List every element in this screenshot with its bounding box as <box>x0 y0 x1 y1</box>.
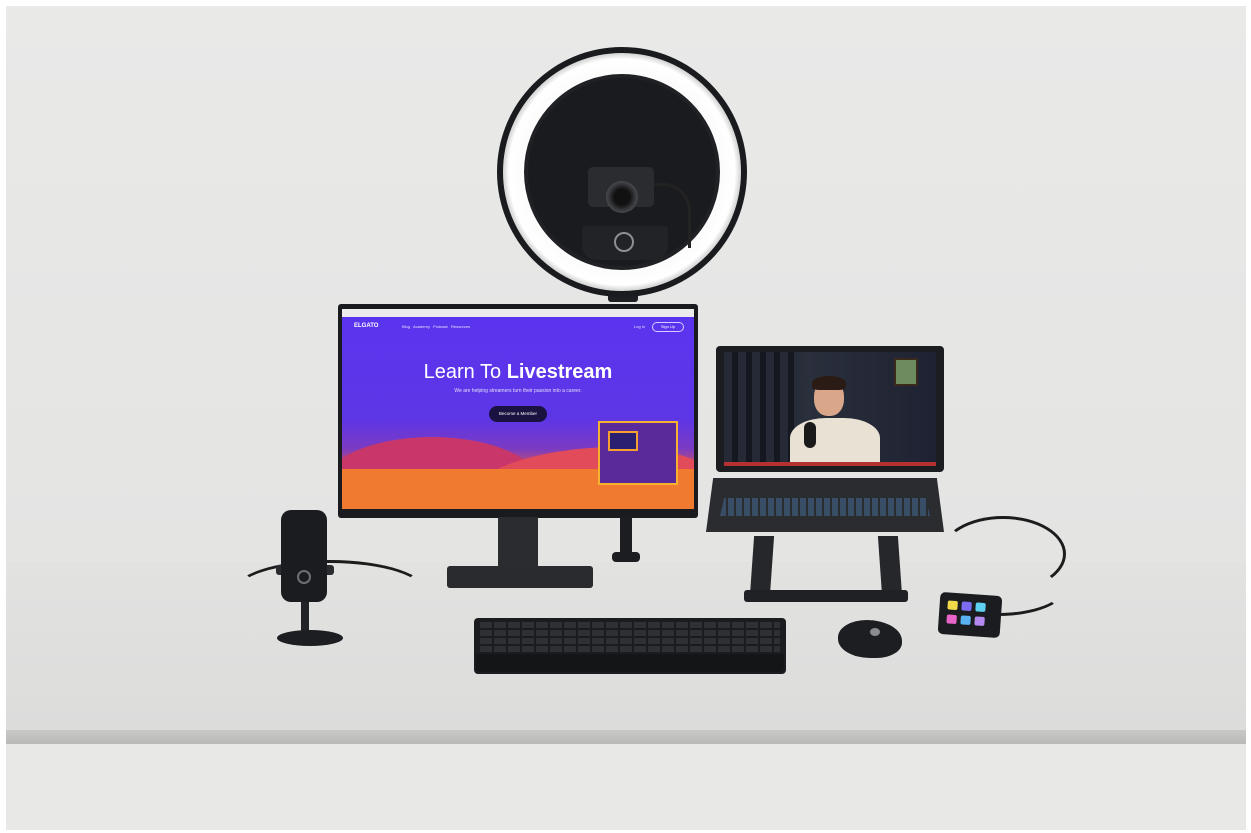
camera-cable <box>648 183 691 248</box>
hero-title-plain: Learn To <box>423 361 502 383</box>
nav-link-podcast: Podcast <box>433 324 448 329</box>
nav-link-academy: Academy <box>413 324 430 329</box>
desk-edge <box>6 730 1246 744</box>
streamer-hair <box>812 376 846 390</box>
streamer-mic <box>804 422 816 448</box>
monitor-screen: ELGATO Blog Academy Podcast Resources Lo… <box>342 309 694 509</box>
site-hero-subtitle: We are helping streamers turn their pass… <box>454 388 582 394</box>
deck-key <box>974 616 985 627</box>
illustration-screen <box>608 431 638 451</box>
site-hero-button: Become a Member <box>489 406 547 422</box>
nav-link-resources: Resources <box>450 324 471 329</box>
microphone-icon <box>281 510 327 602</box>
deck-key <box>961 601 972 612</box>
streamer-background <box>724 352 794 466</box>
brand-logo-icon <box>614 232 634 252</box>
mic-knob <box>297 570 311 584</box>
site-signup: Sign Up <box>652 322 684 332</box>
desk-setup-photo: ELGATO Blog Academy Podcast Resources Lo… <box>0 0 1251 833</box>
site-logo: ELGATO <box>354 323 379 329</box>
keyboard-keys <box>480 622 780 652</box>
site-login: Log In <box>634 324 646 329</box>
laptop-stand-base <box>744 590 908 602</box>
deck-key <box>960 615 971 626</box>
mic-base <box>277 630 343 646</box>
camera-lens <box>606 181 638 213</box>
wall-picture <box>894 358 918 386</box>
browser-bar <box>342 309 694 317</box>
laptop-keyboard <box>720 498 930 516</box>
deck-key <box>946 614 957 625</box>
site-hero-title: Learn To Livestream <box>342 361 694 384</box>
mouse-logo-icon <box>870 628 880 636</box>
laptop-stand-leg <box>877 536 903 596</box>
floor <box>6 744 1246 830</box>
keyboard-wrist-rest <box>476 654 784 672</box>
deck-key <box>947 600 958 611</box>
stream-deck-icon <box>937 591 1003 639</box>
site-nav: ELGATO Blog Academy Podcast Resources Lo… <box>342 322 694 335</box>
stream-timeline-bar <box>724 462 936 466</box>
site-nav-links: Blog Academy Podcast Resources <box>402 324 470 329</box>
monitor-stand-base <box>447 566 593 588</box>
hero-title-bold: Livestream <box>506 361 613 383</box>
laptop-screen <box>724 352 936 466</box>
nav-link-blog: Blog <box>402 324 411 329</box>
deck-key <box>975 602 986 613</box>
mic-pole <box>301 600 309 634</box>
laptop-stand-leg <box>749 536 775 596</box>
mouse-icon <box>838 620 902 658</box>
